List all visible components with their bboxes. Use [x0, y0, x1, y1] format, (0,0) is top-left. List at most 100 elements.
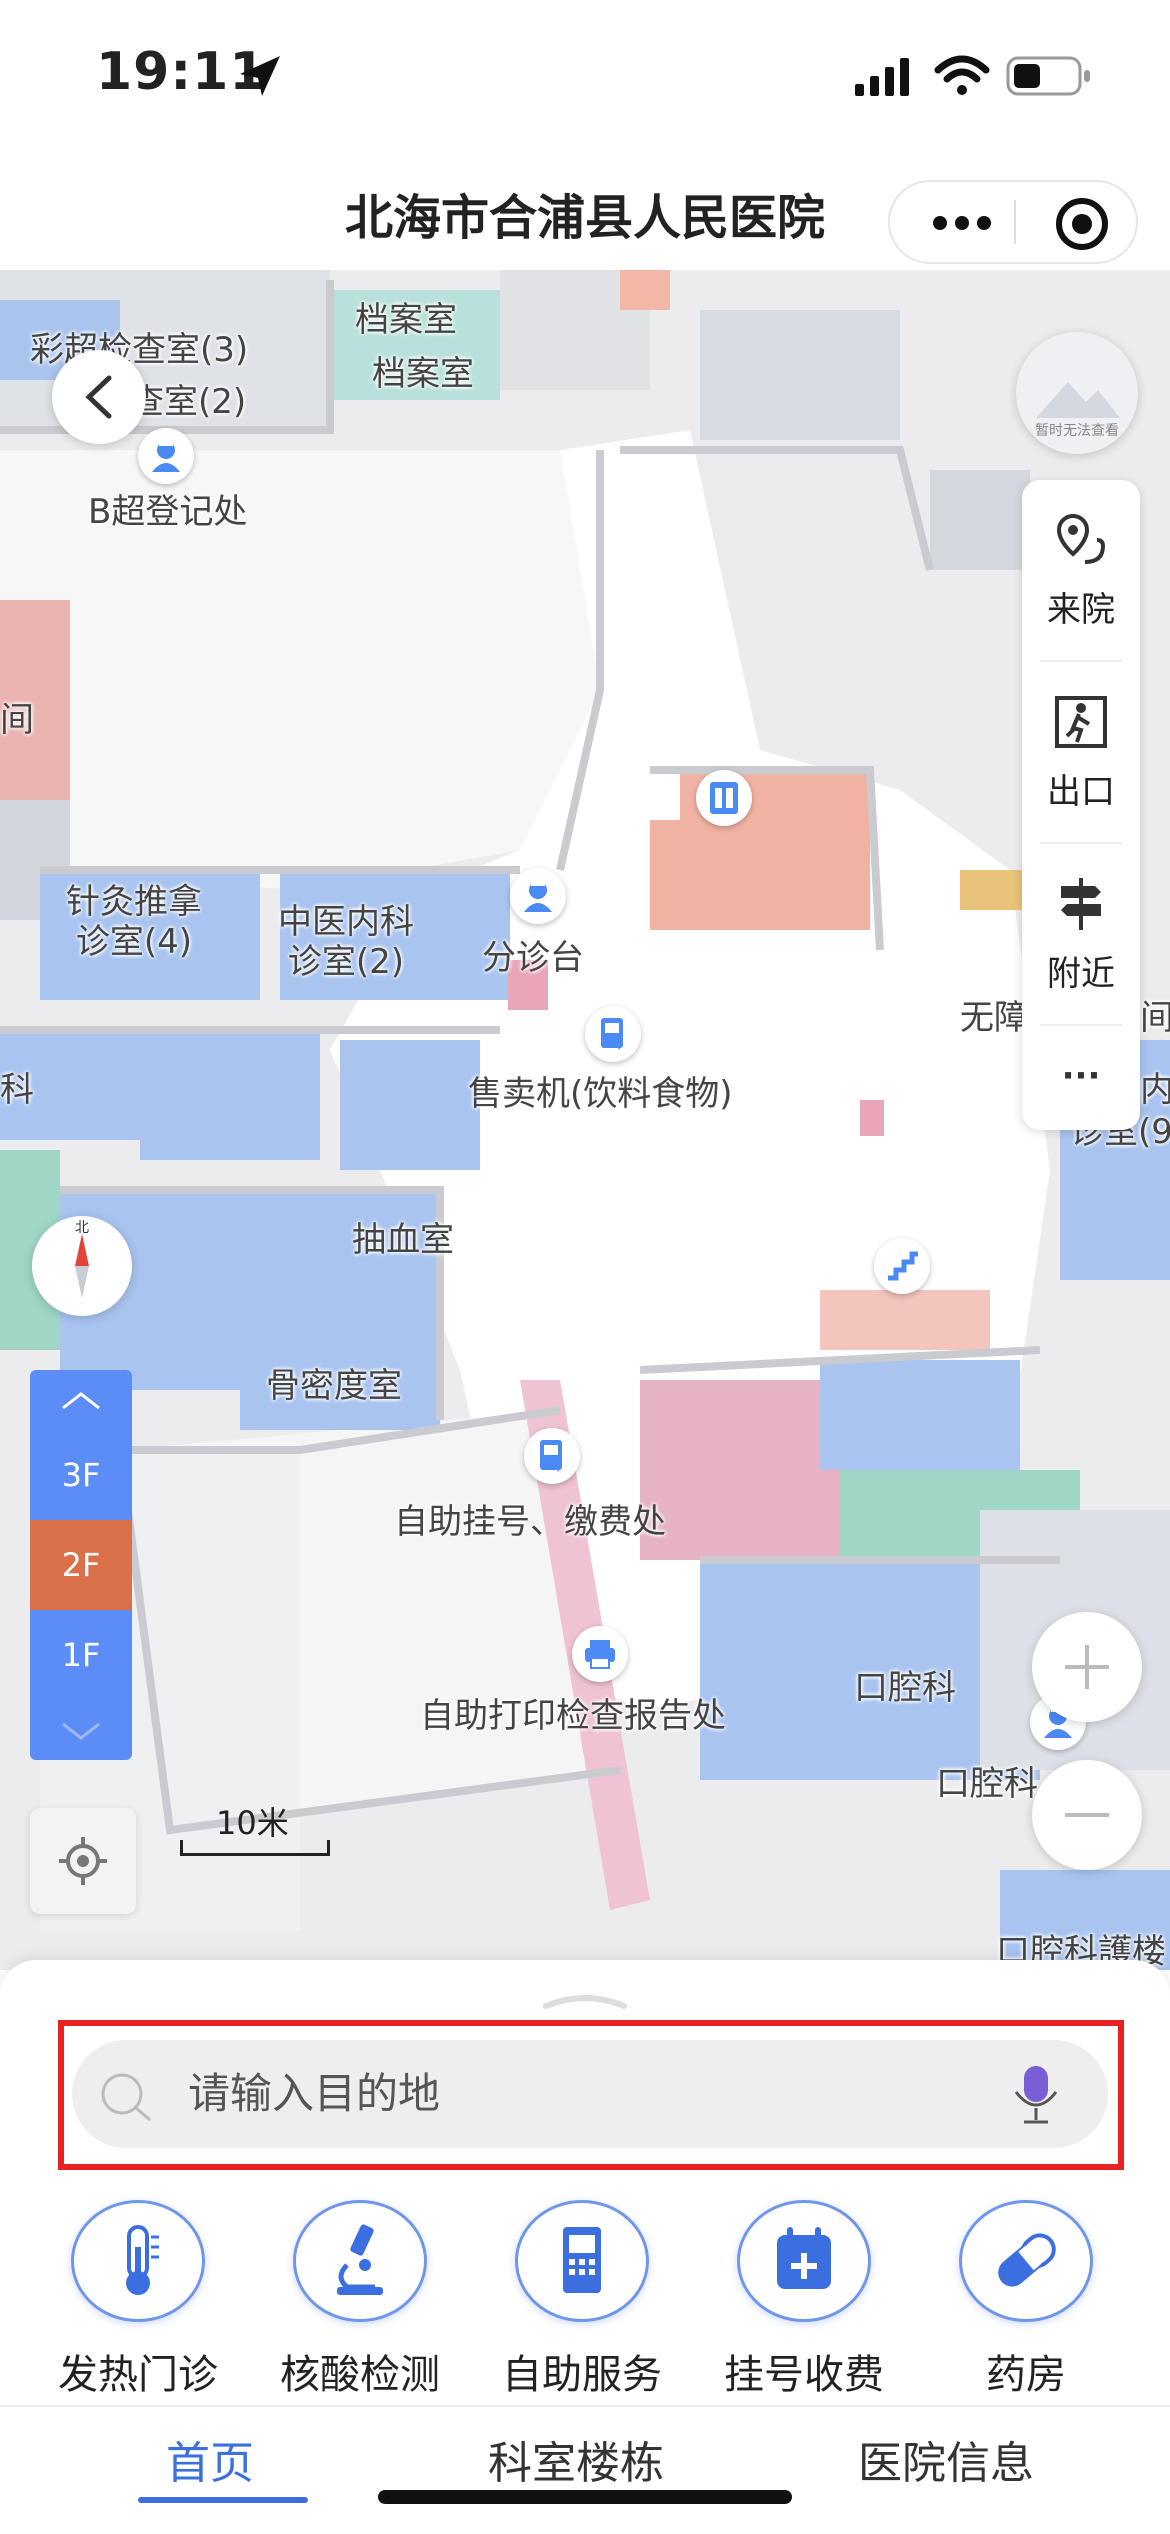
indoor-map[interactable]: 彩超检查室(3) 查室(2) 档案室 档案室 B超登记处 间 针灸推拿 诊室(4… — [0, 270, 1170, 1970]
nav-bar: 北海市合浦县人民医院 — [0, 150, 1170, 270]
quick-action-label: 核酸检测 — [280, 2352, 440, 2398]
quick-action-circle — [737, 2200, 871, 2322]
sheet-handle-icon[interactable] — [540, 1990, 630, 2012]
floor-2f-selected[interactable]: 2F — [30, 1520, 132, 1610]
room-label: 自助打印检查报告处 — [420, 1696, 726, 1736]
street-view-preview-button[interactable]: 暂时无法查看 — [1016, 332, 1138, 454]
room-label: 自助挂号、缴费处 — [394, 1502, 666, 1542]
room-label: 查室(2) — [130, 382, 247, 422]
back-button[interactable] — [52, 350, 146, 444]
room-label: 售卖机(饮料食物) — [468, 1074, 733, 1114]
signpost-icon — [1061, 877, 1101, 930]
room-label: 间 — [0, 700, 34, 740]
zoom-in-button[interactable] — [1032, 1612, 1142, 1722]
battery-icon — [1006, 56, 1090, 96]
exit-button[interactable]: 出口 — [1022, 662, 1140, 842]
chevron-left-icon — [85, 375, 112, 419]
vending-machine-icon[interactable] — [585, 1006, 641, 1062]
pharmacy-button[interactable]: 药房 — [926, 2200, 1126, 2400]
floor-down-button[interactable] — [30, 1700, 132, 1760]
floor-1f[interactable]: 1F — [30, 1610, 132, 1700]
wifi-icon — [934, 55, 990, 95]
quick-action-circle — [959, 2200, 1093, 2322]
floor-selector: 3F 2F 1F — [30, 1370, 132, 1760]
room-label: 中医内科 诊室(2) — [278, 902, 414, 982]
nearby-button[interactable]: 附近 — [1022, 844, 1140, 1024]
cellular-signal-icon — [855, 58, 909, 96]
side-tool-panel: 来院 出口 附近 ··· — [1022, 480, 1140, 1130]
quick-action-circle — [71, 2200, 205, 2322]
quick-action-label: 发热门诊 — [58, 2352, 218, 2398]
calendar-plus-icon — [777, 2227, 831, 2289]
self-service-button[interactable]: 自助服务 — [482, 2200, 682, 2400]
scale-label: 10米 — [216, 1804, 289, 1842]
floor-up-button[interactable] — [30, 1370, 132, 1430]
quick-action-label: 挂号收费 — [724, 2352, 884, 2398]
compass-icon: 北 — [75, 1220, 89, 1298]
tab-hospital-info[interactable]: 医院信息 — [858, 2427, 1034, 2491]
self-service-kiosk-icon[interactable] — [524, 1428, 580, 1484]
triage-desk-icon[interactable] — [510, 868, 566, 924]
room-label: 科 — [0, 1070, 34, 1110]
close-miniprogram-icon[interactable] — [1054, 196, 1110, 252]
preview-label: 暂时无法查看 — [1035, 423, 1119, 439]
chevron-down-icon — [62, 1722, 100, 1740]
room-label: B超登记处 — [88, 492, 248, 532]
status-bar: 19:11 — [0, 0, 1170, 150]
room-label: 分诊台 — [482, 938, 584, 978]
compass-button[interactable]: 北 — [32, 1216, 132, 1316]
capsule-divider — [1014, 200, 1016, 244]
room-label: 间 — [1140, 998, 1170, 1038]
location-arrow-icon — [240, 56, 280, 96]
route-pin-icon — [1056, 513, 1106, 564]
fever-clinic-button[interactable]: 发热门诊 — [38, 2200, 238, 2400]
microphone-icon[interactable] — [1008, 2062, 1064, 2128]
minus-icon — [1065, 1813, 1109, 1817]
room-label: 骨密度室 — [266, 1366, 402, 1406]
room-label: 档案室 — [372, 354, 474, 394]
plus-icon — [1065, 1645, 1109, 1689]
floor-3f[interactable]: 3F — [30, 1430, 132, 1520]
search-bar[interactable] — [72, 2040, 1108, 2148]
room-label: 档案室 — [355, 300, 457, 340]
room-label: 口腔科 — [936, 1764, 1038, 1804]
kiosk-icon — [563, 2227, 601, 2293]
room-label: 针灸推拿 诊室(4) — [66, 882, 202, 962]
chevron-up-icon — [62, 1392, 100, 1410]
quick-action-label: 自助服务 — [502, 2352, 662, 2398]
tab-home[interactable]: 首页 — [166, 2427, 254, 2491]
arrive-hospital-label: 来院 — [1047, 589, 1115, 630]
home-indicator — [378, 2490, 792, 2504]
room-label: 口腔科 — [854, 1668, 956, 1708]
elevator-icon[interactable] — [696, 770, 752, 826]
crosshair-icon — [59, 1837, 107, 1885]
quick-action-circle — [293, 2200, 427, 2322]
room-label: 抽血室 — [352, 1220, 454, 1260]
more-tools-button[interactable]: ··· — [1022, 1026, 1140, 1126]
exit-label: 出口 — [1047, 771, 1115, 812]
room-label: 内 — [1140, 1070, 1170, 1110]
nurse-station-icon[interactable] — [138, 428, 194, 484]
mini-program-capsule — [888, 180, 1138, 264]
tab-departments[interactable]: 科室楼栋 — [488, 2427, 664, 2491]
room-label: 彩超检查室(3) — [30, 330, 249, 370]
quick-action-circle — [515, 2200, 649, 2322]
search-icon — [101, 2073, 151, 2122]
quick-action-label: 药房 — [986, 2352, 1066, 2398]
printer-icon[interactable] — [572, 1626, 628, 1682]
destination-search-input[interactable] — [188, 2040, 948, 2148]
more-icon: ··· — [1061, 1056, 1101, 1096]
locate-me-button[interactable] — [30, 1808, 136, 1914]
pill-icon — [998, 2233, 1056, 2287]
tab-bar: 首页 科室楼栋 医院信息 — [0, 2405, 1170, 2534]
exit-icon — [1055, 695, 1107, 748]
room-label: 无障 — [960, 998, 1028, 1038]
nucleic-acid-test-button[interactable]: 核酸检测 — [260, 2200, 460, 2400]
zoom-out-button[interactable] — [1032, 1760, 1142, 1870]
stairs-icon[interactable] — [874, 1238, 930, 1294]
thermometer-icon — [126, 2225, 159, 2295]
more-options-icon[interactable] — [930, 208, 994, 238]
arrive-hospital-button[interactable]: 来院 — [1022, 480, 1140, 660]
registration-payment-button[interactable]: 挂号收费 — [704, 2200, 904, 2400]
compass-north-label: 北 — [75, 1220, 89, 1236]
